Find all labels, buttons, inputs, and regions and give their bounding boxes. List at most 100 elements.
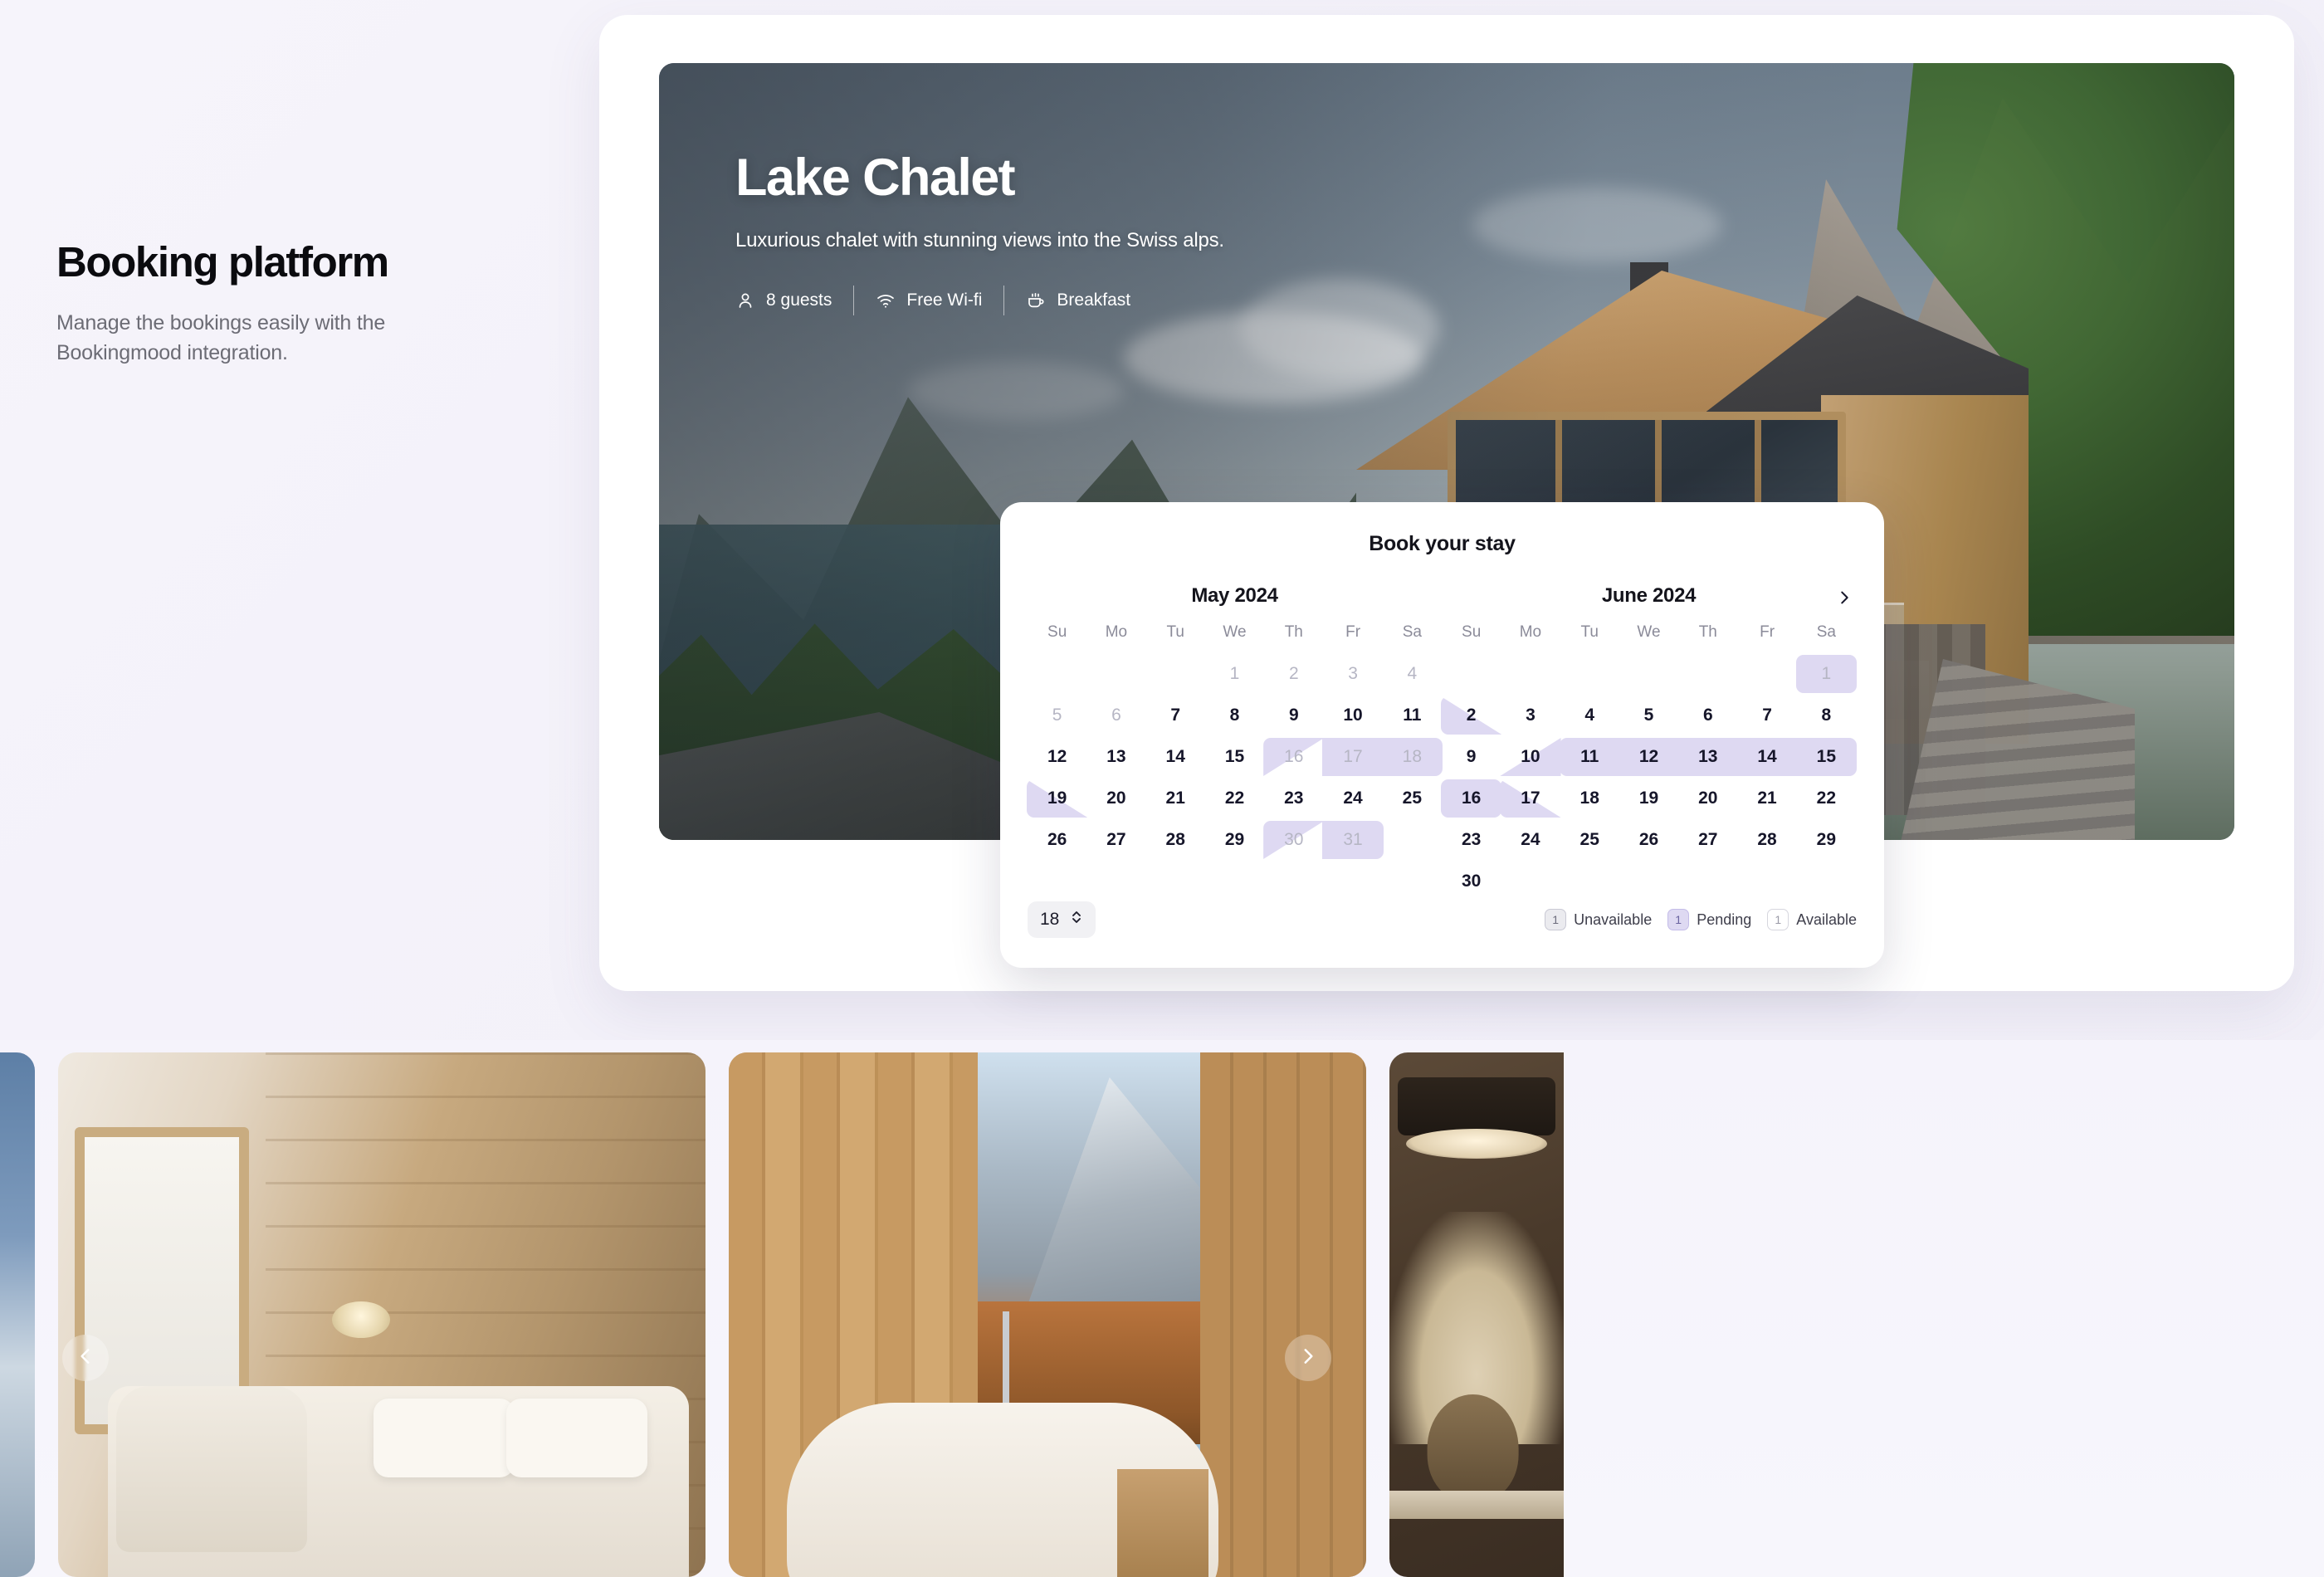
day-cell[interactable]: 12	[1028, 736, 1086, 778]
carousel-slide-bedroom[interactable]	[58, 1052, 706, 1577]
day-number: 24	[1343, 788, 1363, 808]
day-cell[interactable]: 9	[1264, 695, 1323, 736]
day-cell[interactable]: 7	[1146, 695, 1205, 736]
day-cell[interactable]: 16	[1441, 778, 1502, 819]
carousel-prev-button[interactable]	[62, 1335, 109, 1381]
day-cell[interactable]: 19	[1619, 778, 1678, 819]
day-cell[interactable]: 10	[1323, 695, 1382, 736]
day-cell[interactable]: 22	[1797, 778, 1856, 819]
day-cell[interactable]: 17	[1500, 778, 1561, 819]
day-cell[interactable]: 15	[1205, 736, 1264, 778]
day-cell[interactable]: 15	[1795, 736, 1857, 778]
armchair	[116, 1386, 307, 1552]
counter	[1389, 1491, 1564, 1519]
day-cell[interactable]: 18	[1381, 736, 1443, 778]
legend-item-available: 1 Available	[1767, 909, 1857, 930]
day-cell[interactable]: 29	[1797, 819, 1856, 861]
carousel-slide-lounge-interior[interactable]	[1389, 1052, 1564, 1577]
day-cell[interactable]: 6	[1086, 695, 1145, 736]
day-cell[interactable]: 31	[1322, 819, 1384, 861]
day-number: 27	[1698, 830, 1718, 849]
day-cell[interactable]: 23	[1442, 819, 1501, 861]
day-cell[interactable]: 18	[1560, 778, 1619, 819]
day-cell[interactable]: 5	[1619, 695, 1678, 736]
day-cell[interactable]: 4	[1560, 695, 1619, 736]
weekday: Su	[1047, 623, 1067, 641]
day-cell[interactable]: 24	[1323, 778, 1382, 819]
day-cell[interactable]: 20	[1086, 778, 1145, 819]
day-number: 30	[1284, 830, 1304, 849]
day-number: 16	[1284, 747, 1304, 766]
wood-wall-right	[1200, 1052, 1366, 1577]
day-number: 30	[1461, 872, 1482, 891]
day-cell[interactable]: 17	[1322, 736, 1384, 778]
day-cell[interactable]: 9	[1442, 736, 1501, 778]
calendar-heading: Book your stay	[1369, 532, 1516, 555]
day-cell[interactable]: 13	[1677, 736, 1739, 778]
day-cell[interactable]: 16	[1263, 736, 1325, 778]
day-number: 20	[1106, 788, 1126, 808]
week-row: 2 3 4 5 6 7 8	[1441, 695, 1856, 736]
day-grid: 1 2 3 4 5 6 7 8 9 10 11 12 13 14 15 16 17 18 19 20 21 22 23 24 2…	[1027, 653, 1443, 861]
day-cell[interactable]: 7	[1737, 695, 1796, 736]
weekday: Tu	[1580, 623, 1599, 641]
day-cell[interactable]: 19	[1027, 778, 1088, 819]
listing-title: Lake Chalet	[735, 149, 1016, 207]
day-cell[interactable]: 23	[1264, 778, 1323, 819]
chevron-right-icon	[1297, 1345, 1319, 1371]
weekday-header-row: Su Mo Tu We Th Fr Sa	[1028, 618, 1442, 653]
day-cell[interactable]: 2	[1441, 695, 1502, 736]
hero-text-block: Lake Chalet Luxurious chalet with stunni…	[735, 149, 1549, 316]
day-cell[interactable]: 30	[1263, 819, 1325, 861]
day-cell[interactable]: 29	[1205, 819, 1264, 861]
day-cell[interactable]: 20	[1678, 778, 1737, 819]
day-cell[interactable]: 5	[1028, 695, 1086, 736]
day-cell[interactable]: 3	[1323, 653, 1382, 695]
day-cell[interactable]: 8	[1797, 695, 1856, 736]
amenity-guests: 8 guests	[735, 290, 853, 310]
day-cell[interactable]: 28	[1737, 819, 1796, 861]
day-cell[interactable]: 25	[1383, 778, 1442, 819]
day-cell[interactable]: 21	[1737, 778, 1796, 819]
day-cell[interactable]: 12	[1618, 736, 1680, 778]
calendar-footer: 18 1 Unavailable 1 Pending 1 Available	[1000, 891, 1884, 968]
day-cell[interactable]: 13	[1086, 736, 1145, 778]
day-number: 3	[1348, 664, 1358, 683]
day-cell[interactable]: 27	[1086, 819, 1145, 861]
day-cell[interactable]: 2	[1264, 653, 1323, 695]
day-cell[interactable]: 14	[1146, 736, 1205, 778]
day-cell[interactable]: 11	[1383, 695, 1442, 736]
carousel-slide-mountain-sliver[interactable]	[0, 1052, 35, 1577]
carousel-slide-bathroom-lake-view[interactable]	[729, 1052, 1366, 1577]
day-cell[interactable]: 4	[1383, 653, 1442, 695]
day-cell[interactable]: 25	[1560, 819, 1619, 861]
day-number: 21	[1165, 788, 1185, 808]
chevron-updown-icon	[1070, 909, 1083, 930]
day-number: 21	[1757, 788, 1777, 808]
legend-label: Pending	[1697, 911, 1752, 928]
day-cell[interactable]: 14	[1736, 736, 1798, 778]
month-label: June 2024	[1601, 584, 1697, 607]
carousel-next-button[interactable]	[1285, 1335, 1331, 1381]
day-cell[interactable]: 27	[1678, 819, 1737, 861]
guest-count-stepper[interactable]: 18	[1028, 901, 1096, 938]
weekday: Sa	[1816, 623, 1836, 641]
day-cell[interactable]: 1	[1795, 653, 1857, 695]
next-month-button[interactable]	[1829, 584, 1859, 614]
day-cell[interactable]: 11	[1559, 736, 1620, 778]
day-cell[interactable]: 8	[1205, 695, 1264, 736]
day-cell[interactable]: 24	[1501, 819, 1560, 861]
day-cell[interactable]: 6	[1678, 695, 1737, 736]
day-cell[interactable]: 3	[1501, 695, 1560, 736]
day-cell[interactable]: 21	[1146, 778, 1205, 819]
day-cell[interactable]: 26	[1028, 819, 1086, 861]
day-cell[interactable]: 26	[1619, 819, 1678, 861]
lamp-glow	[1406, 1129, 1547, 1159]
day-number: 11	[1403, 706, 1422, 725]
location-carousel[interactable]	[0, 1052, 1594, 1577]
day-cell[interactable]: 28	[1146, 819, 1205, 861]
day-cell[interactable]: 22	[1205, 778, 1264, 819]
day-cell[interactable]: 10	[1500, 736, 1561, 778]
day-cell[interactable]: 1	[1205, 653, 1264, 695]
day-number: 18	[1579, 788, 1599, 808]
